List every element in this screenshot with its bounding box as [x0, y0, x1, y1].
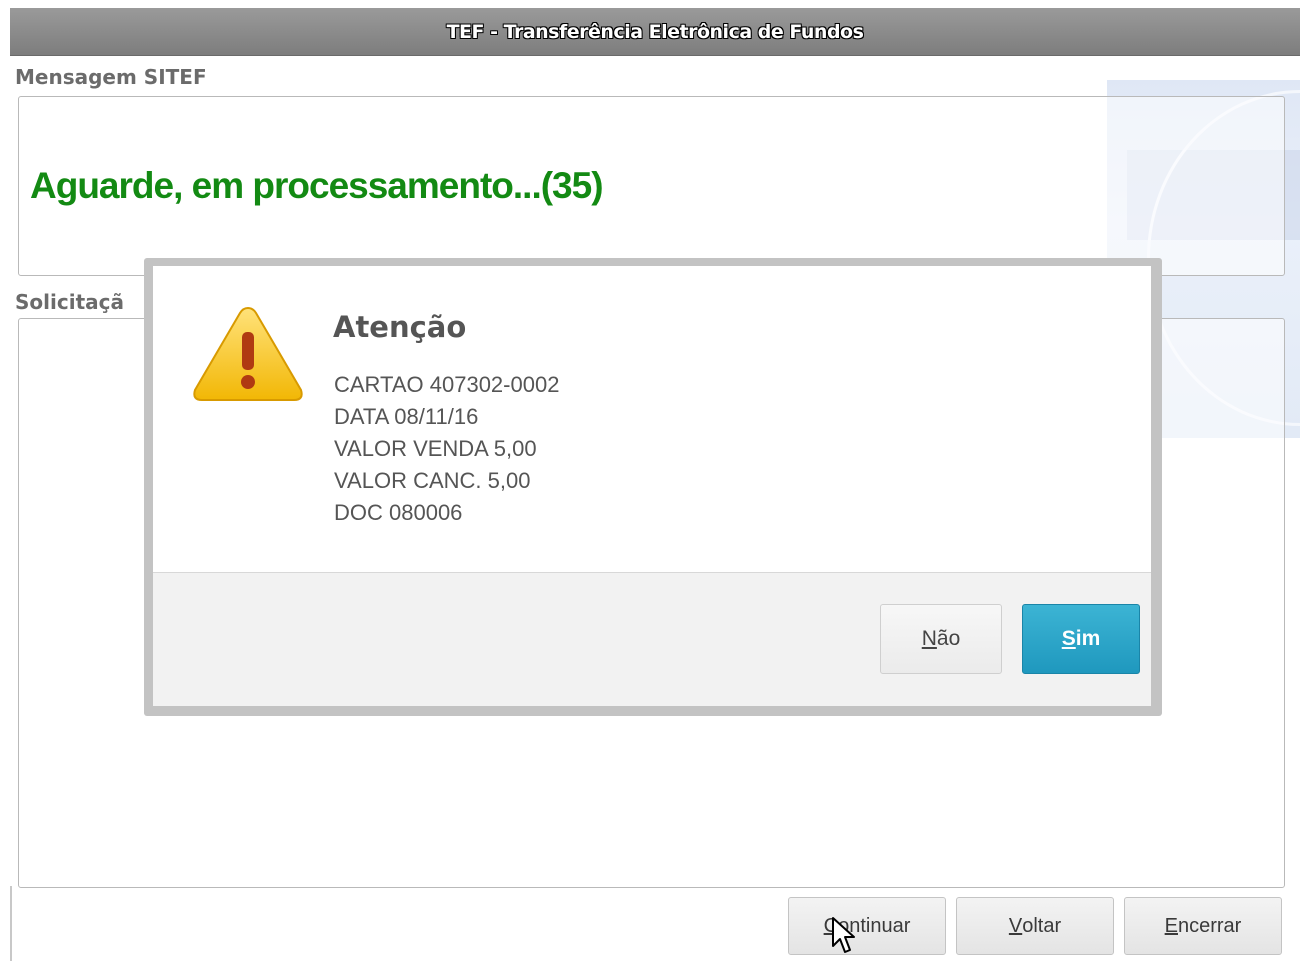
attention-dialog: Atenção CARTAO 407302-0002 DATA 08/11/16…	[153, 266, 1151, 706]
close-button[interactable]: Encerrar	[1124, 897, 1282, 955]
warning-icon	[193, 306, 303, 401]
window-edge	[10, 886, 12, 961]
request-group-label: Solicitaçã	[15, 290, 124, 314]
no-button[interactable]: Não	[880, 604, 1002, 674]
close-mnemonic: E	[1164, 914, 1178, 937]
dialog-line-doc: DOC 080006	[334, 500, 463, 525]
processing-message: Aguarde, em processamento...(35)	[30, 165, 604, 206]
yes-label: im	[1075, 627, 1101, 650]
dialog-frame: Atenção CARTAO 407302-0002 DATA 08/11/16…	[144, 258, 1162, 716]
dialog-footer: Não Sim	[153, 572, 1151, 706]
dialog-line-sale-value: VALOR VENDA 5,00	[334, 436, 537, 461]
dialog-line-date: DATA 08/11/16	[334, 404, 479, 429]
dialog-line-card: CARTAO 407302-0002	[334, 372, 560, 397]
window-title: TEF - Transferência Eletrônica de Fundos	[446, 20, 864, 43]
no-label: ão	[936, 627, 961, 650]
yes-mnemonic: S	[1061, 627, 1076, 650]
dialog-title: Atenção	[333, 310, 467, 344]
title-bar: TEF - Transferência Eletrônica de Fundos	[10, 8, 1300, 56]
back-label: oltar	[1022, 914, 1062, 937]
back-mnemonic: V	[1008, 914, 1023, 937]
dialog-message: CARTAO 407302-0002 DATA 08/11/16 VALOR V…	[334, 369, 559, 529]
yes-button[interactable]: Sim	[1022, 604, 1140, 674]
back-button[interactable]: Voltar	[956, 897, 1114, 955]
close-label: ncerrar	[1177, 914, 1242, 937]
continue-button[interactable]: Continuar	[788, 897, 946, 955]
message-group-label: Mensagem SITEF	[15, 65, 207, 89]
message-box: Aguarde, em processamento...(35)	[18, 96, 1285, 276]
dialog-line-cancel-value: VALOR CANC. 5,00	[334, 468, 531, 493]
no-mnemonic: N	[921, 627, 937, 650]
mouse-cursor-icon	[832, 917, 855, 953]
